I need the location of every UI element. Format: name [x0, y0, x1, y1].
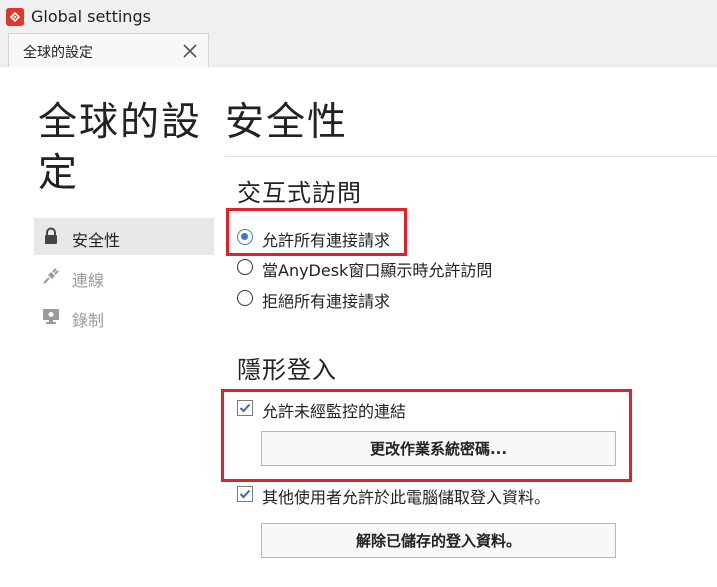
tab-strip: 全球的設定 — [0, 33, 717, 68]
anydesk-logo-icon — [6, 8, 24, 26]
checkbox-label[interactable]: 其他使用者允許於此電腦儲取登入資料。 — [262, 484, 550, 508]
clear-saved-credentials-button[interactable]: 解除已儲存的登入資料。 — [261, 523, 616, 558]
highlight-box-unattended — [221, 389, 632, 482]
sidebar-item-label: 安全性 — [72, 231, 121, 250]
sidebar-item-recording[interactable]: 錄制 — [34, 298, 214, 335]
sidebar-item-label: 錄制 — [72, 311, 105, 330]
title-bar: Global settings — [0, 0, 717, 33]
sidebar-item-label: 連線 — [72, 271, 105, 290]
monitor-icon — [42, 307, 60, 325]
tab-label: 全球的設定 — [23, 45, 93, 61]
settings-content: 全球的設定 安全性 連線 錄制 安全性 交互式訪問 允許所有連接請求 當AnyD… — [0, 67, 717, 587]
radio-button[interactable] — [237, 290, 253, 306]
plug-icon — [42, 267, 60, 285]
radio-button[interactable] — [237, 259, 253, 275]
section-heading-interactive-access: 交互式訪問 — [237, 179, 362, 207]
highlight-box-allow-all — [226, 208, 407, 256]
radio-label[interactable]: 拒絕所有連接請求 — [262, 288, 390, 312]
tab-global-settings[interactable]: 全球的設定 — [8, 33, 209, 68]
title-divider — [225, 156, 717, 157]
checkbox[interactable] — [237, 486, 253, 502]
sidebar-item-security[interactable]: 安全性 — [34, 218, 214, 255]
lock-icon — [42, 227, 60, 245]
section-heading-unattended-access: 隱形登入 — [237, 356, 337, 384]
close-icon[interactable] — [181, 42, 199, 60]
window-title: Global settings — [31, 7, 151, 26]
page-title: 安全性 — [225, 100, 349, 145]
radio-label[interactable]: 當AnyDesk窗口顯示時允許訪問 — [262, 257, 492, 281]
sidebar-item-connection[interactable]: 連線 — [34, 258, 214, 295]
sidebar-title: 全球的設定 — [38, 100, 203, 196]
